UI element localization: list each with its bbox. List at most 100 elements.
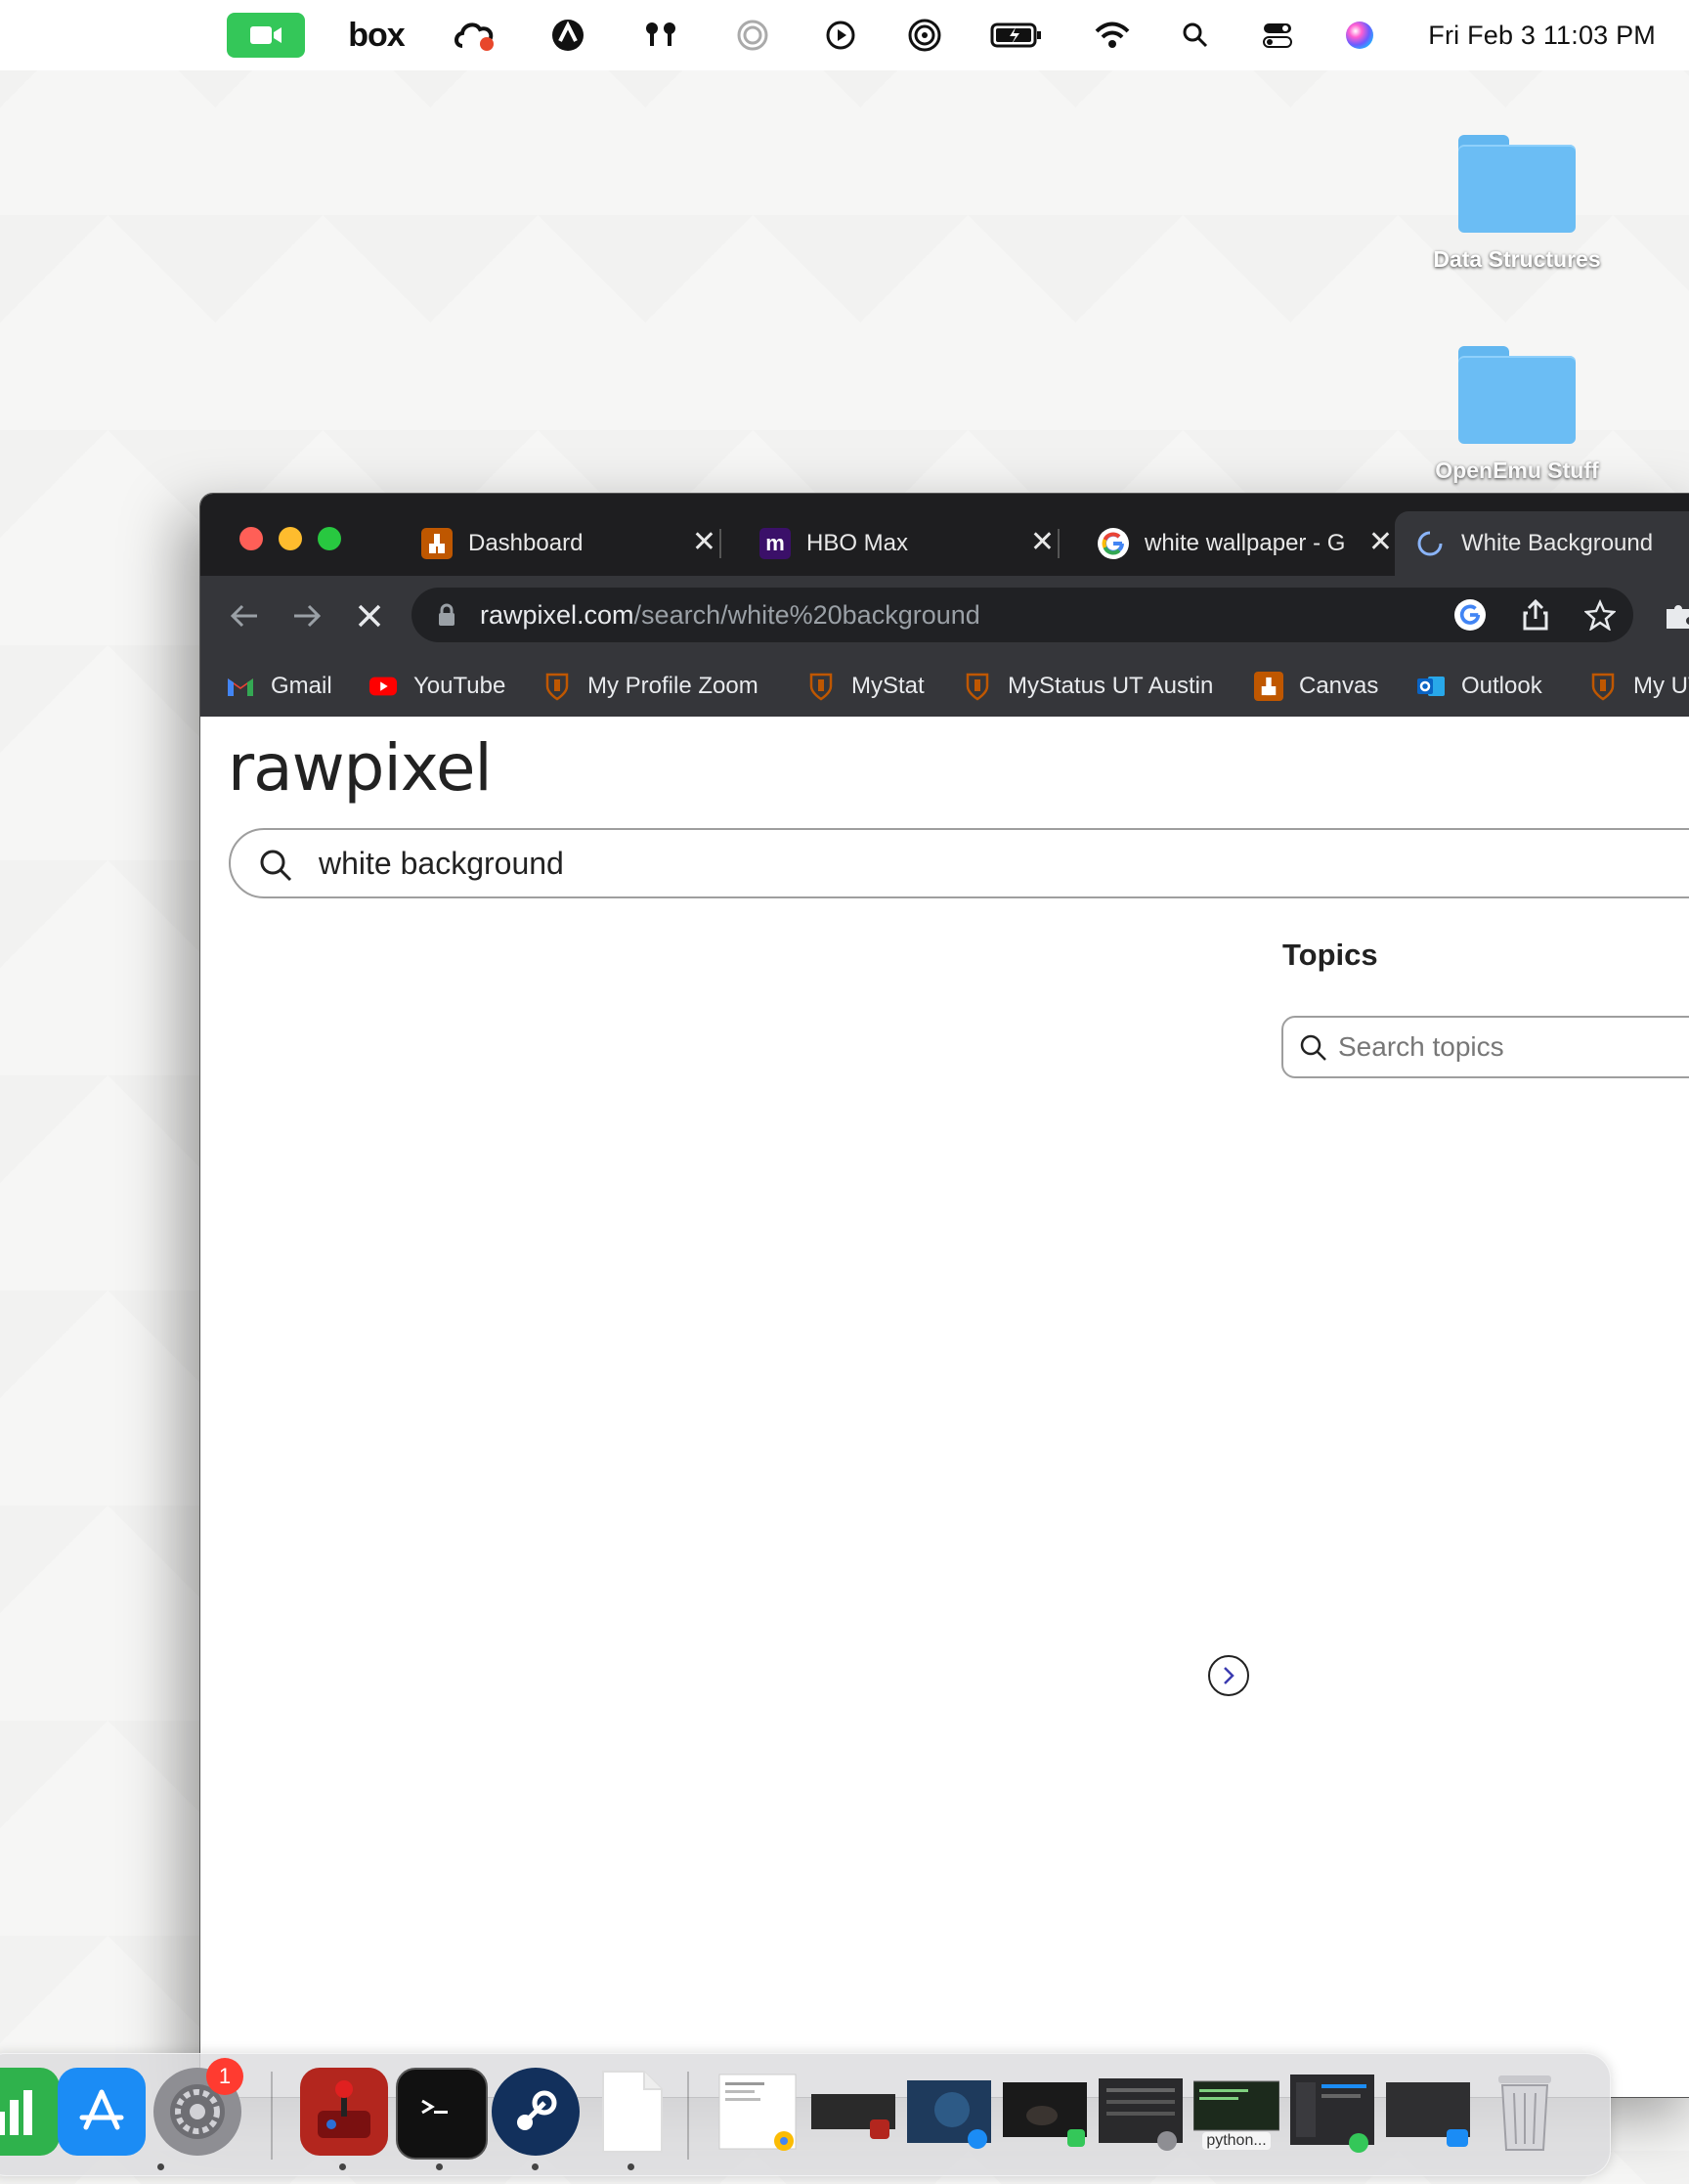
creative-cloud-icon[interactable]	[452, 0, 500, 70]
window-thumbnail-maps[interactable]	[906, 2072, 992, 2156]
battery-icon[interactable]	[989, 0, 1044, 70]
bookmarks-bar: Gmail YouTube My Profile Zoom MyStat MyS…	[200, 656, 1689, 718]
window-thumbnail-mail[interactable]	[1385, 2072, 1471, 2156]
box-icon[interactable]: box	[347, 0, 406, 70]
facetime-camera-icon[interactable]	[227, 0, 305, 70]
app-store-icon[interactable]	[58, 2068, 146, 2156]
topics-search-field[interactable]: Search topics	[1281, 1016, 1689, 1078]
play-icon[interactable]	[821, 0, 860, 70]
window-thumbnail-settings[interactable]	[1098, 2072, 1184, 2156]
url-host: rawpixel.com	[480, 599, 634, 630]
bookmark-gmail[interactable]: Gmail	[226, 656, 332, 717]
bookmark-my-profile-zoom[interactable]: My Profile Zoom	[542, 656, 758, 717]
bookmark-label: My Profile Zoom	[587, 673, 758, 699]
window-thumbnail-chrome[interactable]	[715, 2072, 801, 2156]
search-input[interactable]: white background	[319, 830, 564, 896]
menu-bar: box Fri Feb 3 11:03 PM	[0, 0, 1689, 70]
steam-icon[interactable]	[492, 2068, 580, 2156]
tab-white-background[interactable]: White Background	[1395, 511, 1689, 576]
back-button[interactable]	[222, 593, 267, 638]
rawpixel-logo[interactable]: rawpixel	[228, 730, 493, 806]
google-lens-icon[interactable]	[1454, 599, 1486, 631]
close-tab-icon[interactable]: ✕	[1368, 528, 1393, 557]
zoom-window-button[interactable]	[318, 527, 341, 550]
desktop-folder-data-structures[interactable]: Data Structures	[1409, 135, 1624, 273]
window-thumbnail-game[interactable]	[810, 2072, 896, 2156]
minimize-window-button[interactable]	[279, 527, 302, 550]
ut-shield-icon	[806, 672, 836, 701]
tab-separator	[1058, 529, 1060, 558]
folder-label: OpenEmu Stuff	[1435, 458, 1599, 483]
window-thumbnail-label: python...	[1202, 2132, 1271, 2150]
dock: 1 python...	[0, 2053, 1611, 2176]
airpods-icon[interactable]	[640, 0, 681, 70]
window-thumbnail-python[interactable]: python...	[1193, 2072, 1279, 2156]
running-indicator	[628, 2163, 634, 2170]
wifi-icon[interactable]	[1093, 0, 1132, 70]
lock-icon[interactable]	[437, 603, 456, 632]
tab-title: white wallpaper - G	[1145, 530, 1346, 556]
tab-title: Dashboard	[468, 530, 584, 556]
dock-divider	[687, 2072, 689, 2160]
forward-button[interactable]	[284, 593, 329, 638]
folder-icon	[1458, 135, 1576, 233]
tab-dashboard[interactable]: Dashboard ✕	[402, 511, 734, 576]
dock-divider	[271, 2072, 273, 2160]
carousel-next-button[interactable]	[1208, 1655, 1249, 1696]
bookmark-label: Canvas	[1299, 673, 1379, 699]
running-indicator	[436, 2163, 443, 2170]
focus-icon[interactable]	[733, 0, 772, 70]
tab-hbo-max[interactable]: m HBO Max ✕	[740, 511, 1072, 576]
airplay-icon[interactable]	[904, 0, 945, 70]
bookmark-my-ut[interactable]: My UT	[1588, 656, 1689, 717]
chevron-right-icon	[1224, 1667, 1234, 1684]
sync-icon[interactable]	[547, 0, 588, 70]
ut-shield-icon	[542, 672, 572, 701]
document-icon[interactable]	[587, 2068, 675, 2156]
joystick-app-icon[interactable]	[300, 2068, 388, 2156]
window-thumbnail-messages[interactable]	[1289, 2072, 1375, 2156]
trash-icon[interactable]	[1481, 2068, 1569, 2156]
topics-heading: Topics	[1282, 938, 1378, 972]
url-text[interactable]: rawpixel.com/search/white%20background	[480, 588, 980, 642]
tab-white-wallpaper[interactable]: white wallpaper - G ✕	[1078, 511, 1410, 576]
running-indicator	[532, 2163, 539, 2170]
bookmark-star-icon[interactable]	[1583, 598, 1617, 635]
desktop-folder-openemu-stuff[interactable]: OpenEmu Stuff	[1409, 346, 1624, 484]
bookmark-label: MyStat	[851, 673, 925, 699]
share-icon[interactable]	[1522, 598, 1549, 635]
bookmark-youtube[interactable]: YouTube	[368, 656, 505, 717]
close-tab-icon[interactable]: ✕	[1030, 528, 1055, 557]
bookmark-label: Gmail	[271, 673, 332, 699]
tab-title: HBO Max	[806, 530, 909, 556]
running-indicator	[339, 2163, 346, 2170]
terminal-icon[interactable]	[396, 2068, 488, 2160]
youtube-icon	[368, 672, 398, 701]
extensions-puzzle-icon[interactable]	[1663, 599, 1689, 635]
bookmark-label: YouTube	[413, 673, 506, 699]
stop-loading-button[interactable]	[347, 593, 392, 638]
folder-label: Data Structures	[1433, 246, 1601, 272]
control-center-icon[interactable]	[1261, 0, 1294, 70]
close-window-button[interactable]	[239, 527, 263, 550]
address-bar[interactable]: rawpixel.com/search/white%20background	[411, 588, 1633, 642]
tab-separator	[719, 529, 721, 558]
gmail-icon	[226, 672, 255, 701]
max-icon: m	[759, 528, 791, 559]
menu-bar-clock[interactable]: Fri Feb 3 11:03 PM	[1428, 0, 1656, 70]
search-bar[interactable]: white background	[229, 828, 1689, 898]
url-path: /search/white%20background	[633, 599, 980, 630]
numbers-icon[interactable]	[0, 2068, 60, 2156]
bookmark-canvas[interactable]: Canvas	[1254, 656, 1378, 717]
bookmark-outlook[interactable]: Outlook	[1416, 656, 1542, 717]
loading-spinner-icon	[1414, 528, 1446, 559]
siri-icon[interactable]	[1343, 0, 1376, 70]
search-icon	[1299, 1033, 1328, 1068]
spotlight-icon[interactable]	[1179, 0, 1212, 70]
outlook-icon	[1416, 672, 1446, 701]
bookmark-mystat[interactable]: MyStat	[806, 656, 925, 717]
close-tab-icon[interactable]: ✕	[692, 528, 716, 557]
window-thumbnail-facetime[interactable]	[1002, 2072, 1088, 2156]
bookmark-label: Outlook	[1461, 673, 1542, 699]
bookmark-mystatus-ut-austin[interactable]: MyStatus UT Austin	[963, 656, 1213, 717]
